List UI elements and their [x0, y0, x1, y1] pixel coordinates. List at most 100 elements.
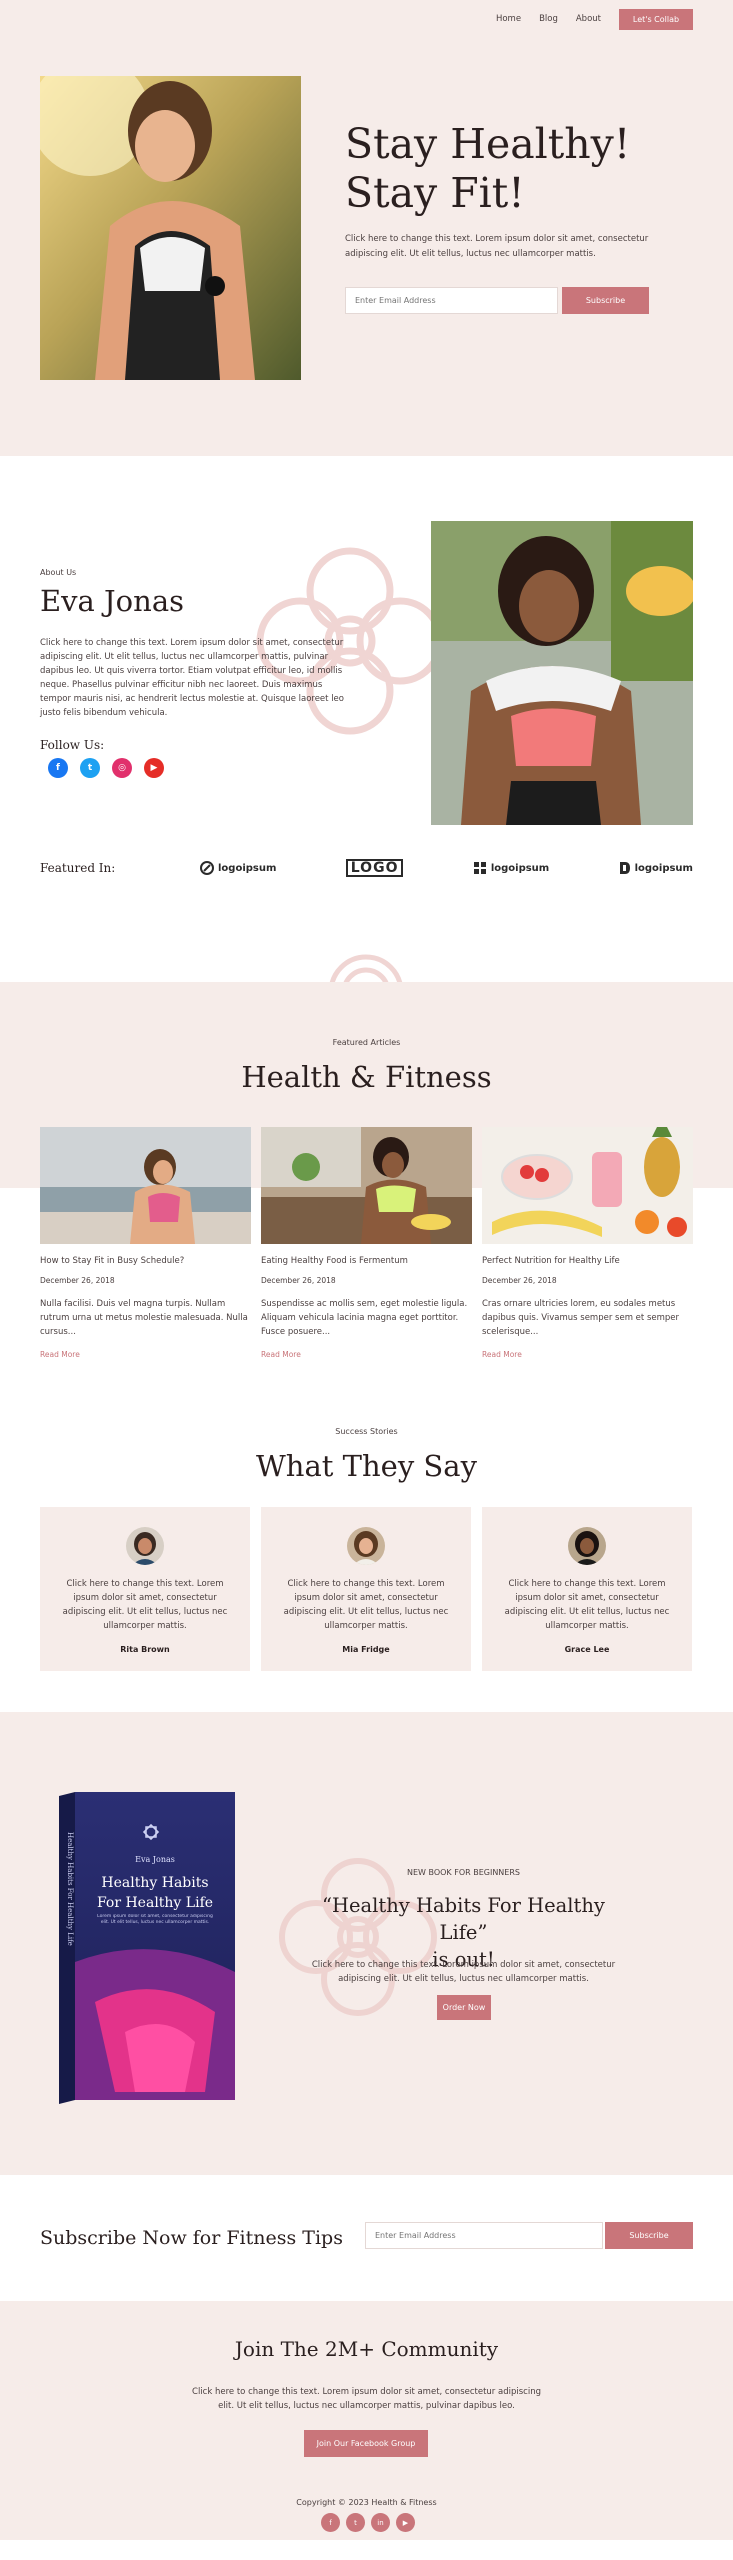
avatar	[347, 1527, 385, 1565]
avatar	[568, 1527, 606, 1565]
facebook-group-button[interactable]: Join Our Facebook Group	[304, 2430, 428, 2457]
testimonials-section: Success Stories What They Say Click here…	[0, 1399, 733, 1712]
testimonials-eyebrow: Success Stories	[335, 1427, 398, 1436]
article-read-more-link[interactable]: Read More	[482, 1350, 693, 1359]
article-date: December 26, 2018	[482, 1276, 557, 1285]
hero-runner-image	[40, 76, 301, 380]
featured-logo-4: logoipsum	[619, 861, 693, 875]
instagram-icon[interactable]: ◎	[112, 758, 132, 778]
book-title-line1: “Healthy Habits For Healthy Life”	[322, 1894, 605, 1944]
hero-text: Click here to change this text. Lorem ip…	[345, 234, 649, 259]
book-section: Eva Jonas Healthy Habits For Healthy Lif…	[0, 1712, 733, 2175]
about-name: Eva Jonas	[40, 584, 184, 618]
featured-logos: logoipsum LOGO logoipsum logoipsum	[200, 852, 693, 884]
testimonial-name: Grace Lee	[564, 1645, 610, 1654]
article-card[interactable]: Perfect Nutrition for Healthy Life Decem…	[482, 1127, 693, 1359]
testimonial-name: Mia Fridge	[342, 1645, 390, 1654]
articles-eyebrow: Featured Articles	[332, 1038, 401, 1047]
featured-logo-1: logoipsum	[200, 861, 276, 875]
subscribe-button[interactable]: Subscribe	[605, 2222, 693, 2249]
subscribe-section: Subscribe Now for Fitness Tips Subscribe	[0, 2175, 733, 2301]
testimonials-row: Click here to change this text. Lorem ip…	[40, 1507, 692, 1671]
linkedin-icon[interactable]: in	[371, 2513, 390, 2532]
order-now-button[interactable]: Order Now	[437, 1995, 491, 2020]
facebook-icon[interactable]: f	[321, 2513, 340, 2532]
footer: Join The 2M+ Community Click here to cha…	[0, 2301, 733, 2540]
book-cover-title-line2: For Healthy Life	[97, 1895, 213, 1911]
hero-title: Stay Healthy! Stay Fit!	[345, 120, 630, 218]
book-cover-title-line1: Healthy Habits	[101, 1875, 208, 1891]
logoipsum-grid-icon	[473, 862, 486, 874]
about-socials: f t ◎ ▶	[48, 758, 164, 778]
about-section: About Us Eva Jonas Click here to change …	[0, 456, 733, 982]
testimonial-card: Click here to change this text. Lorem ip…	[482, 1507, 692, 1671]
facebook-icon[interactable]: f	[48, 758, 68, 778]
article-title[interactable]: Eating Healthy Food is Fermentum	[261, 1256, 472, 1266]
youtube-icon[interactable]: ▶	[144, 758, 164, 778]
featured-logo-2: LOGO	[345, 859, 404, 877]
testimonial-text: Click here to change this text. Lorem ip…	[283, 1579, 449, 1631]
hero-title-line1: Stay Healthy!	[345, 120, 631, 168]
featured-logo-4-text: logoipsum	[634, 862, 693, 874]
hero-title-line2: Stay Fit!	[345, 169, 525, 217]
article-card[interactable]: How to Stay Fit in Busy Schedule? Decemb…	[40, 1127, 251, 1359]
article-title[interactable]: Perfect Nutrition for Healthy Life	[482, 1256, 693, 1266]
testimonials-title: What They Say	[256, 1449, 477, 1483]
follow-label: Follow Us:	[40, 738, 105, 752]
articles-row: How to Stay Fit in Busy Schedule? Decemb…	[40, 1127, 693, 1359]
article-excerpt: Suspendisse ac mollis sem, eget molestie…	[261, 1299, 468, 1337]
articles-section: Featured Articles Health & Fitness How t…	[0, 954, 733, 1399]
book-cover-subtitle: Lorem ipsum dolor sit amet, consectetur …	[97, 1914, 213, 1925]
twitter-icon[interactable]: t	[346, 2513, 365, 2532]
twitter-icon[interactable]: t	[80, 758, 100, 778]
book-spine-text: Healthy Habits For Healthy Life	[66, 1832, 74, 1946]
article-read-more-link[interactable]: Read More	[40, 1350, 251, 1359]
testimonial-text: Click here to change this text. Lorem ip…	[504, 1579, 670, 1631]
footer-copyright: Copyright © 2023 Health & Fitness	[296, 2498, 437, 2507]
footer-title: Join The 2M+ Community	[234, 2337, 499, 2361]
article-excerpt: Nulla facilisi. Duis vel magna turpis. N…	[40, 1299, 248, 1337]
flower-peek-icon	[329, 954, 403, 982]
book-cover-author: Eva Jonas	[135, 1855, 175, 1864]
featured-logo-2-text: LOGO	[350, 860, 399, 876]
avatar	[126, 1527, 164, 1565]
youtube-icon[interactable]: ▶	[396, 2513, 415, 2532]
testimonial-text: Click here to change this text. Lorem ip…	[62, 1579, 228, 1631]
book-cover-image[interactable]: Eva Jonas Healthy Habits For Healthy Lif…	[55, 1792, 235, 2104]
footer-socials: f t in ▶	[321, 2513, 415, 2532]
logoipsum-mark-icon	[200, 861, 214, 875]
about-eyebrow: About Us	[40, 568, 77, 577]
nav-link-about[interactable]: About	[576, 14, 601, 24]
testimonial-card: Click here to change this text. Lorem ip…	[261, 1507, 471, 1671]
book-text: Click here to change this text. Lorem ip…	[311, 1960, 616, 1984]
testimonial-name: Rita Brown	[120, 1645, 170, 1654]
hero-email-input[interactable]	[345, 287, 558, 314]
about-text: Click here to change this text. Lorem ip…	[40, 638, 344, 718]
about-portrait-image	[431, 521, 693, 825]
subscribe-email-input[interactable]	[365, 2222, 603, 2249]
testimonial-card: Click here to change this text. Lorem ip…	[40, 1507, 250, 1671]
collab-button[interactable]: Let's Collab	[619, 8, 693, 30]
article-excerpt: Cras ornare ultricies lorem, eu sodales …	[482, 1299, 679, 1337]
article-image-kitchen[interactable]	[261, 1127, 472, 1244]
featured-logo-3-text: logoipsum	[490, 862, 550, 874]
hero-subscribe-button[interactable]: Subscribe	[562, 287, 649, 314]
article-image-runner[interactable]	[40, 1127, 251, 1244]
article-date: December 26, 2018	[40, 1276, 115, 1285]
article-image-fruit[interactable]	[482, 1127, 693, 1244]
featured-logo-3: logoipsum	[473, 861, 549, 875]
nav-link-home[interactable]: Home	[496, 14, 521, 24]
featured-label: Featured In:	[40, 861, 116, 875]
article-title[interactable]: How to Stay Fit in Busy Schedule?	[40, 1256, 251, 1266]
article-read-more-link[interactable]: Read More	[261, 1350, 472, 1359]
logoipsum-d-icon	[619, 862, 630, 874]
nav-link-blog[interactable]: Blog	[539, 14, 558, 24]
article-date: December 26, 2018	[261, 1276, 336, 1285]
subscribe-title: Subscribe Now for Fitness Tips	[40, 2227, 343, 2249]
hero-section: Home Blog About Let's Collab Stay Health…	[0, 0, 733, 456]
featured-logo-1-text: logoipsum	[218, 862, 277, 874]
top-nav: Home Blog About Let's Collab	[0, 0, 733, 38]
article-card[interactable]: Eating Healthy Food is Fermentum Decembe…	[261, 1127, 472, 1359]
articles-title: Health & Fitness	[241, 1060, 492, 1094]
book-eyebrow: NEW BOOK FOR BEGINNERS	[407, 1868, 520, 1877]
